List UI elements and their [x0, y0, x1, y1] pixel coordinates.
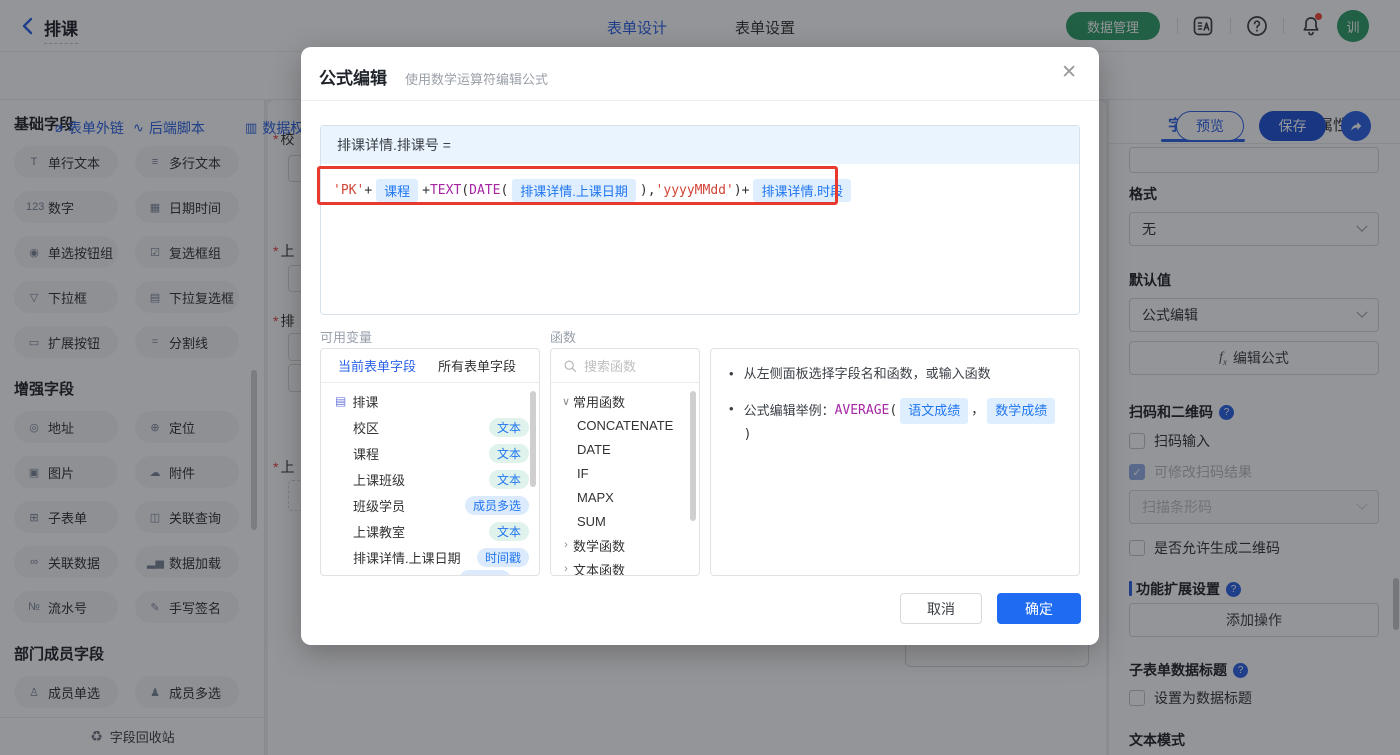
paren: ) — [743, 427, 752, 442]
divider — [301, 100, 1099, 101]
function-name: TEXT — [429, 183, 462, 198]
variables-label: 可用变量 — [320, 330, 373, 345]
paren: ) — [639, 183, 648, 198]
string-literal: 'PK' — [333, 183, 365, 198]
function-search[interactable]: 搜索函数 — [551, 349, 699, 383]
tip-line: 从左侧面板选择字段名和函数，或输入函数 — [729, 363, 1061, 385]
tab-all-form-fields[interactable]: 所有表单字段 — [438, 356, 516, 375]
functions-panel: 搜索函数 ∨ 常用函数 CONCATENATE DATE IF MAPX SUM › 数学函数 ›… — [550, 348, 700, 576]
tip-example: 公式编辑举例： AVERAGE(语文成绩，数学成绩) — [744, 398, 1061, 446]
function-group-label: 数学函数 — [573, 538, 626, 554]
operator: + — [422, 183, 430, 198]
clipped-row — [459, 570, 511, 575]
variable-type-badge: 文本 — [488, 417, 529, 437]
paren: ( — [500, 183, 509, 198]
variable-type-badge: 时间戳 — [476, 547, 529, 567]
tree-root-label: 排课 — [352, 394, 379, 410]
paren: ) — [733, 183, 742, 198]
field-chip: 排课详情.时段 — [753, 179, 852, 202]
paren: ( — [461, 183, 470, 198]
variable-type-badge: 文本 — [488, 443, 529, 463]
function-group[interactable]: › 数学函数 — [551, 533, 699, 557]
variable-type-badge: 文本 — [488, 469, 529, 489]
function-item[interactable]: MAPX — [551, 485, 699, 509]
tree-root-row[interactable]: ▤ 排课 — [321, 388, 539, 414]
function-name: AVERAGE — [834, 403, 890, 418]
function-group-label: 常用函数 — [573, 394, 626, 410]
function-list: ∨ 常用函数 CONCATENATE DATE IF MAPX SUM › 数学函数 › 文本函数 — [551, 383, 699, 576]
functions-label: 函数 — [550, 330, 577, 345]
function-item[interactable]: DATE — [551, 437, 699, 461]
modal-title: 公式编辑 — [319, 69, 387, 88]
operator: , — [647, 183, 656, 198]
function-item[interactable]: IF — [551, 461, 699, 485]
function-name: DATE — [469, 183, 501, 198]
variable-name: 班级学员 — [353, 498, 406, 514]
variables-scrollbar[interactable] — [530, 391, 536, 487]
variable-row[interactable]: 排课详情.上课日期 时间戳 — [321, 544, 539, 570]
paren: ( — [889, 403, 898, 418]
variable-name: 排课详情.上课日期 — [353, 550, 461, 566]
tip-example-line: 公式编辑举例： AVERAGE(语文成绩，数学成绩) — [729, 398, 1061, 446]
variables-tree: ▤ 排课 校区 文本 课程 文本 上课班级 文本 班级学员 成员多选 上课教室 文本 排课详情.上课日期… — [321, 383, 539, 575]
variable-row[interactable]: 上课班级 文本 — [321, 466, 539, 492]
search-icon — [564, 360, 577, 372]
function-group[interactable]: ∨ 常用函数 — [551, 389, 699, 413]
variable-name: 校区 — [353, 420, 380, 436]
chevron-right-icon: › — [564, 539, 568, 551]
tip-text: 从左侧面板选择字段名和函数，或输入函数 — [743, 366, 991, 381]
operator: ， — [971, 403, 985, 418]
function-item[interactable]: SUM — [551, 509, 699, 533]
app-root: 排课 表单设计 表单设置 数据管理 训 ⌀ 表单外链 ∿ 后端脚本 ▥ 数据权限 预览… — [0, 0, 1400, 755]
formula-editor: 排课详情.排课号 = 'PK' + 课程 + TEXT(DATE(排课详情.上课日期),… — [320, 125, 1080, 315]
variables-tabs: 当前表单字段 所有表单字段 — [321, 349, 539, 383]
confirm-button[interactable]: 确定 — [997, 593, 1081, 624]
tips-panel: 从左侧面板选择字段名和函数，或输入函数 公式编辑举例： AVERAGE(语文成绩… — [710, 348, 1080, 576]
variable-type-badge: 文本 — [488, 521, 529, 541]
formula-target: 排课详情.排课号 = — [321, 126, 1079, 164]
operator: + — [364, 183, 373, 198]
variables-panel: 当前表单字段 所有表单字段 ▤ 排课 校区 文本 课程 文本 上课班级 文本 班级学员 成员多选上… — [320, 348, 540, 576]
variable-row[interactable]: 校区 文本 — [321, 414, 539, 440]
chevron-right-icon: › — [564, 563, 568, 575]
formula-editor-modal: 公式编辑 使用数学运算符编辑公式 ✕ 排课详情.排课号 = 'PK' + 课程 + TE… — [301, 47, 1099, 645]
tab-current-form-fields[interactable]: 当前表单字段 — [338, 356, 416, 375]
string-literal: 'yyyyMMdd' — [655, 183, 734, 198]
functions-scrollbar[interactable] — [690, 391, 696, 521]
tip-example-prefix: 公式编辑举例： — [743, 403, 835, 418]
formula-input-area[interactable]: 'PK' + 课程 + TEXT(DATE(排课详情.上课日期),'yyyyMMdd')… — [321, 164, 1079, 217]
cancel-button[interactable]: 取消 — [900, 593, 982, 624]
close-icon[interactable]: ✕ — [1061, 63, 1077, 82]
variable-name: 课程 — [353, 446, 380, 462]
function-item[interactable]: CONCATENATE — [551, 413, 699, 437]
modal-subtitle: 使用数学运算符编辑公式 — [405, 72, 549, 87]
variable-name: 上课班级 — [353, 472, 406, 488]
variable-row[interactable]: 课程 文本 — [321, 440, 539, 466]
variable-row[interactable]: 班级学员 成员多选 — [321, 492, 539, 518]
form-file-icon: ▤ — [335, 394, 347, 408]
field-chip: 语文成绩 — [900, 398, 969, 424]
operator: + — [741, 183, 750, 198]
function-group[interactable]: › 文本函数 — [551, 557, 699, 576]
variable-row[interactable]: 上课教室 文本 — [321, 518, 539, 544]
variable-type-badge: 成员多选 — [464, 495, 529, 515]
field-chip: 课程 — [376, 179, 419, 202]
variable-name: 上课教室 — [353, 524, 406, 540]
field-chip: 排课详情.上课日期 — [512, 179, 636, 202]
search-placeholder: 搜索函数 — [584, 359, 637, 374]
function-group-label: 文本函数 — [573, 562, 626, 576]
chevron-down-icon: ∨ — [561, 395, 571, 408]
field-chip: 数学成绩 — [987, 398, 1056, 424]
